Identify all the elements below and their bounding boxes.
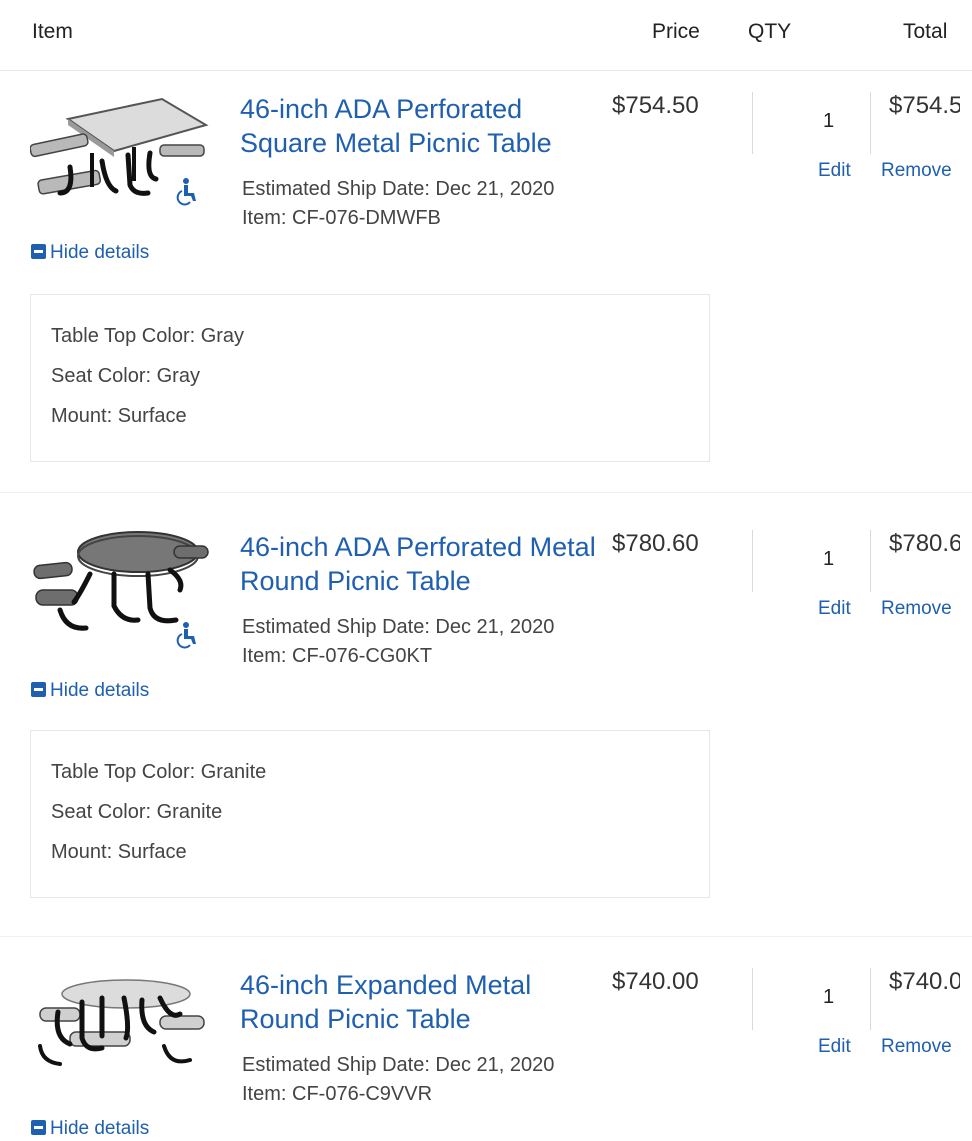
item-price: $740.00 [612,968,699,995]
quantity-field[interactable]: 1 [752,968,843,1030]
minus-square-icon [31,682,46,697]
item-divider [0,936,972,937]
item-details-panel: Table Top Color: Gray Seat Color: Gray M… [30,294,710,462]
cart-header-row: Item Price QTY Total [0,0,972,71]
edit-link[interactable]: Edit [818,160,851,182]
line-total: $754.50 [870,92,960,154]
minus-square-icon [31,1120,46,1135]
remove-link[interactable]: Remove [881,1036,952,1058]
product-name-link[interactable]: 46-inch Expanded Metal Round Picnic Tabl… [240,968,600,1036]
remove-link[interactable]: Remove [881,598,952,620]
quantity-value[interactable]: 1 [823,548,834,571]
remove-link[interactable]: Remove [881,160,952,182]
hide-details-toggle[interactable]: Hide details [31,242,149,264]
item-sku: Item: CF-076-DMWFB [242,207,441,229]
item-details-panel: Table Top Color: Granite Seat Color: Gra… [30,730,710,898]
hide-details-toggle[interactable]: Hide details [31,1118,149,1140]
column-header-qty: QTY [748,20,792,43]
hide-details-toggle[interactable]: Hide details [31,680,149,702]
estimated-ship-date: Estimated Ship Date: Dec 21, 2020 [242,178,555,200]
detail-table-top-color: Table Top Color: Gray [51,325,245,347]
detail-seat-color: Seat Color: Granite [51,801,223,823]
column-header-total: Total [903,20,948,43]
square-picnic-table-ada-icon[interactable] [29,97,212,217]
round-picnic-table-ada-icon[interactable] [30,530,212,650]
product-name-link[interactable]: 46-inch ADA Perforated Metal Round Picni… [240,530,600,598]
line-total: $740.00 [870,968,960,1030]
edit-link[interactable]: Edit [818,1036,851,1058]
quantity-field[interactable]: 1 [752,530,843,592]
detail-mount: Mount: Surface [51,405,187,427]
column-header-item: Item [32,20,73,43]
item-price: $754.50 [612,92,699,119]
minus-square-icon [31,244,46,259]
hide-details-label: Hide details [50,242,150,263]
detail-table-top-color: Table Top Color: Granite [51,761,267,783]
detail-mount: Mount: Surface [51,841,187,863]
hide-details-label: Hide details [50,1118,150,1139]
product-name-link[interactable]: 46-inch ADA Perforated Square Metal Picn… [240,92,600,160]
hide-details-label: Hide details [50,680,150,701]
line-total: $780.60 [870,530,960,592]
estimated-ship-date: Estimated Ship Date: Dec 21, 2020 [242,1054,555,1076]
item-sku: Item: CF-076-C9VVR [242,1083,433,1105]
estimated-ship-date: Estimated Ship Date: Dec 21, 2020 [242,616,555,638]
quantity-field[interactable]: 1 [752,92,843,154]
edit-link[interactable]: Edit [818,598,851,620]
quantity-value[interactable]: 1 [823,110,834,133]
item-divider [0,492,972,493]
item-price: $780.60 [612,530,699,557]
item-sku: Item: CF-076-CG0KT [242,645,433,667]
column-header-price: Price [652,20,700,43]
quantity-value[interactable]: 1 [823,986,834,1009]
detail-seat-color: Seat Color: Gray [51,365,200,387]
expanded-metal-picnic-table-icon[interactable] [30,968,212,1088]
